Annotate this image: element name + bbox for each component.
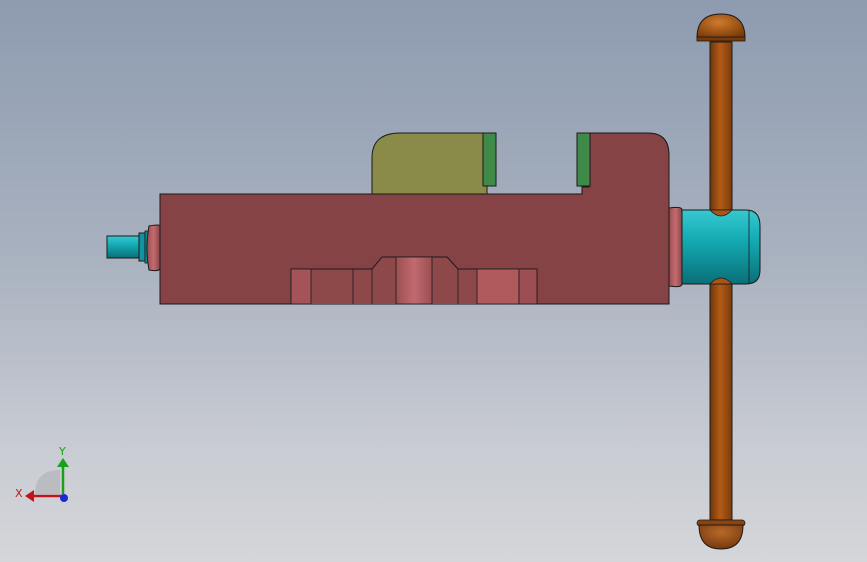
right-collar bbox=[668, 206, 683, 288]
coordinate-triad: Y X bbox=[15, 445, 69, 502]
triad-plane bbox=[35, 470, 60, 494]
fixed-jaw[interactable] bbox=[371, 132, 497, 195]
x-axis-label: X bbox=[15, 487, 23, 500]
y-arrow-icon bbox=[57, 458, 69, 467]
screw-hub[interactable] bbox=[681, 209, 761, 285]
handle-knob-bottom[interactable] bbox=[696, 519, 746, 550]
vise-model[interactable]: Y X bbox=[0, 0, 867, 562]
fixed-jaw-plate bbox=[482, 132, 497, 187]
cad-viewport[interactable]: Y X bbox=[0, 0, 867, 562]
left-shaft-stub[interactable] bbox=[106, 224, 161, 272]
y-axis-label: Y bbox=[58, 445, 66, 458]
handle-knob-top[interactable] bbox=[696, 13, 746, 42]
z-axis-dot bbox=[60, 494, 68, 502]
x-arrow-icon bbox=[25, 490, 34, 502]
movable-jaw-plate bbox=[576, 132, 591, 187]
